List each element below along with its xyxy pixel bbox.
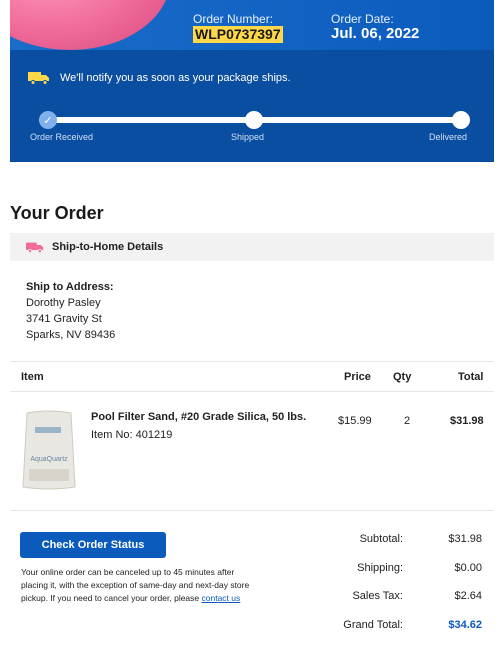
product-image[interactable]: AquaQuartz	[21, 409, 77, 491]
ship-to-home-title: Ship-to-Home Details	[52, 241, 164, 253]
address-line: Sparks, NV 89436	[26, 329, 116, 341]
product-price: $15.99	[338, 415, 372, 427]
step-label-delivered: Delivered	[429, 132, 468, 142]
order-date: Jul. 06, 2022	[331, 25, 420, 42]
contact-us-link[interactable]: contact us	[202, 593, 241, 603]
product-name[interactable]: Pool Filter Sand, #20 Grade Silica, 50 l…	[91, 411, 306, 423]
product-item-number: Item No: 401219	[91, 429, 173, 441]
divider	[10, 361, 494, 362]
product-total: $31.98	[450, 415, 484, 427]
col-header-total: Total	[458, 371, 484, 383]
shipping-value: $0.00	[454, 562, 482, 574]
ship-to-label: Ship to Address:	[26, 281, 114, 293]
tracking-progress-bar: ✓	[39, 111, 470, 129]
sales-tax-label: Sales Tax:	[352, 590, 403, 602]
ship-address-block: Ship to Address: Dorothy Pasley 3741 Gra…	[26, 279, 115, 343]
step-dot-delivered	[452, 111, 470, 129]
product-qty: 2	[404, 415, 411, 427]
ship-notification: We'll notify you as soon as your package…	[28, 71, 291, 85]
sales-tax-value: $2.64	[454, 590, 482, 602]
divider	[10, 391, 494, 392]
check-order-status-button[interactable]: Check Order Status	[20, 532, 166, 558]
section-title: Your Order	[10, 203, 104, 223]
order-number-label: Order Number:	[193, 12, 274, 26]
truck-icon	[26, 242, 44, 253]
cancel-policy-note: Your online order can be canceled up to …	[21, 566, 261, 605]
step-dot-shipped	[245, 111, 263, 129]
step-label-shipped: Shipped	[231, 132, 265, 142]
notify-text: We'll notify you as soon as your package…	[60, 72, 291, 84]
step-label-received: Order Received	[30, 132, 94, 142]
grand-total-label: Grand Total:	[343, 619, 403, 631]
address-line: Dorothy Pasley	[26, 297, 101, 309]
subtotal-label: Subtotal:	[359, 533, 403, 545]
col-header-item: Item	[21, 371, 44, 383]
order-number: WLP0737397	[193, 26, 283, 43]
truck-icon	[28, 72, 49, 85]
address-line: 3741 Gravity St	[26, 313, 102, 325]
col-header-qty: Qty	[393, 371, 412, 383]
grand-total-value: $34.62	[448, 619, 482, 631]
col-header-price: Price	[344, 371, 371, 383]
subtotal-value: $31.98	[448, 533, 482, 545]
divider	[10, 510, 494, 511]
checkmark-icon: ✓	[43, 114, 53, 127]
ship-to-home-header: Ship-to-Home Details	[10, 233, 494, 261]
order-header-banner: Order Number: WLP0737397 Order Date: Jul…	[10, 0, 494, 162]
product-brand: AquaQuartz	[30, 456, 68, 463]
step-dot-received: ✓	[39, 111, 57, 129]
order-date-label: Order Date:	[331, 12, 394, 26]
shipping-label: Shipping:	[357, 562, 403, 574]
